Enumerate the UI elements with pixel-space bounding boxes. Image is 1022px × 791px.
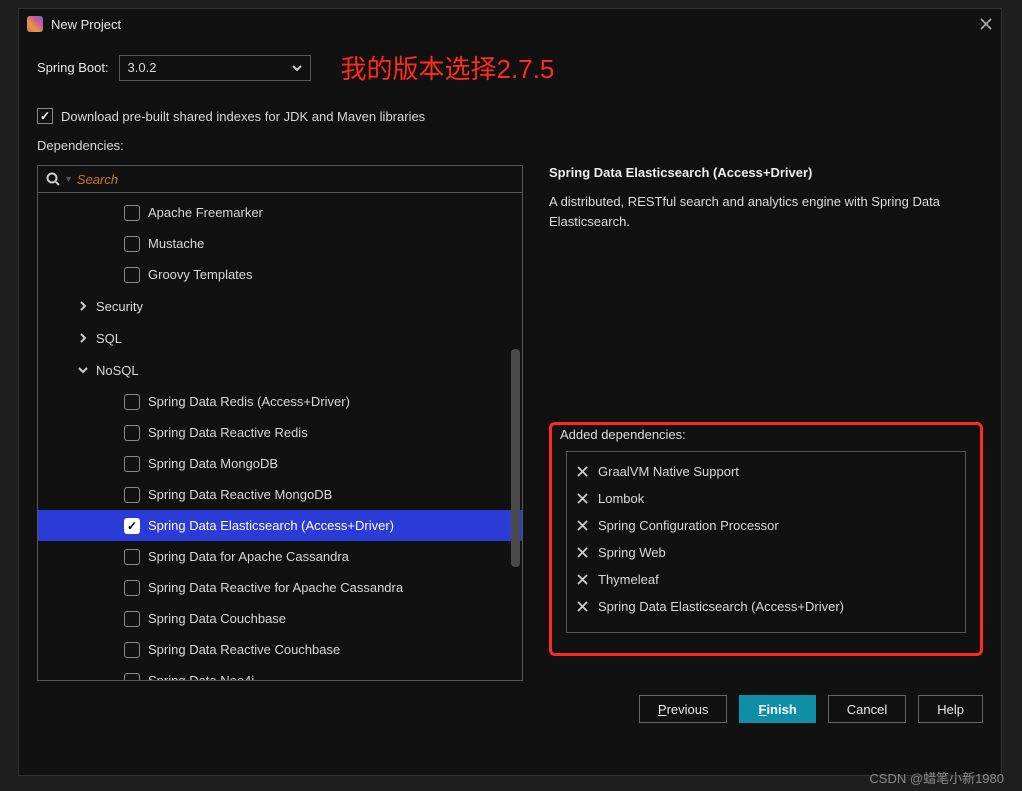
tree-item-label: Spring Data Elasticsearch (Access+Driver… (148, 518, 394, 533)
added-dependency-item: Spring Data Elasticsearch (Access+Driver… (577, 593, 955, 620)
tree-item[interactable]: Spring Data Reactive for Apache Cassandr… (38, 572, 522, 603)
added-deps-list: GraalVM Native Support Lombok Spring Confi… (566, 451, 966, 633)
tree-item-label: Spring Data Redis (Access+Driver) (148, 394, 350, 409)
spring-boot-value: 3.0.2 (128, 60, 157, 75)
tree-item[interactable]: Spring Data Couchbase (38, 603, 522, 634)
added-deps-title: Added dependencies: (556, 427, 690, 442)
shared-indexes-label: Download pre-built shared indexes for JD… (61, 109, 425, 124)
added-dependency-label: Spring Web (598, 545, 666, 560)
tree-item[interactable]: Groovy Templates (38, 259, 522, 290)
remove-icon[interactable] (577, 520, 588, 531)
dependency-checkbox[interactable] (124, 518, 140, 534)
tree-item-label: Mustache (148, 236, 204, 251)
tree-item[interactable]: Spring Data Elasticsearch (Access+Driver… (38, 510, 522, 541)
chevron-down-icon (78, 365, 88, 375)
tree-item-label: Spring Data Couchbase (148, 611, 286, 626)
dependency-checkbox[interactable] (124, 456, 140, 472)
search-caret-icon: ▼ (64, 174, 73, 184)
tree-category[interactable]: NoSQL (38, 354, 522, 386)
tree-item-label: Spring Data Neo4j (148, 673, 254, 681)
dependency-checkbox[interactable] (124, 236, 140, 252)
window-title: New Project (51, 17, 979, 32)
dependency-desc-text: A distributed, RESTful search and analyt… (549, 192, 983, 232)
tree-item-label: Spring Data for Apache Cassandra (148, 549, 349, 564)
tree-item-label: Groovy Templates (148, 267, 253, 282)
spring-boot-label: Spring Boot: (37, 60, 109, 75)
tree-item-label: Spring Data Reactive Redis (148, 425, 308, 440)
watermark: CSDN @蜡笔小新1980 (869, 768, 1004, 787)
dependency-desc-title: Spring Data Elasticsearch (Access+Driver… (549, 165, 983, 180)
tree-item-label: Spring Data Reactive Couchbase (148, 642, 340, 657)
tree-item[interactable]: Spring Data Reactive Redis (38, 417, 522, 448)
remove-icon[interactable] (577, 601, 588, 612)
tree-item[interactable]: Spring Data for Apache Cassandra (38, 541, 522, 572)
tree-item-label: Spring Data MongoDB (148, 456, 278, 471)
added-dependency-item: Lombok (577, 485, 955, 512)
added-dependency-label: Spring Configuration Processor (598, 518, 779, 533)
help-button[interactable]: Help (918, 695, 983, 723)
dependency-tree[interactable]: Apache Freemarker Mustache Groovy Template… (37, 193, 523, 681)
tree-item-label: Spring Data Reactive MongoDB (148, 487, 332, 502)
added-dependency-item: Spring Configuration Processor (577, 512, 955, 539)
tree-item[interactable]: Spring Data Reactive MongoDB (38, 479, 522, 510)
search-input[interactable]: ▼ Search (37, 165, 523, 193)
titlebar: New Project (19, 9, 1001, 39)
added-dependency-label: Thymeleaf (598, 572, 659, 587)
new-project-dialog: New Project Spring Boot: 3.0.2 我的版本选择2.7… (18, 8, 1002, 776)
remove-icon[interactable] (577, 493, 588, 504)
remove-icon[interactable] (577, 547, 588, 558)
shared-indexes-row[interactable]: Download pre-built shared indexes for JD… (37, 108, 983, 124)
previous-button[interactable]: Previous (639, 695, 728, 723)
added-dependency-label: GraalVM Native Support (598, 464, 739, 479)
tree-item[interactable]: Mustache (38, 228, 522, 259)
tree-item[interactable]: Spring Data MongoDB (38, 448, 522, 479)
added-dependency-label: Spring Data Elasticsearch (Access+Driver… (598, 599, 844, 614)
search-icon (46, 172, 60, 186)
dependency-checkbox[interactable] (124, 267, 140, 283)
tree-item-label: Spring Data Reactive for Apache Cassandr… (148, 580, 403, 595)
dependencies-label: Dependencies: (37, 138, 983, 153)
dependency-checkbox[interactable] (124, 487, 140, 503)
dialog-content: Spring Boot: 3.0.2 我的版本选择2.7.5 Download … (19, 39, 1001, 723)
dependency-checkbox[interactable] (124, 425, 140, 441)
added-dependency-item: Spring Web (577, 539, 955, 566)
tree-category[interactable]: Security (38, 290, 522, 322)
dependency-checkbox[interactable] (124, 549, 140, 565)
close-icon[interactable] (979, 17, 993, 31)
chevron-right-icon (78, 301, 88, 311)
dependency-checkbox[interactable] (124, 580, 140, 596)
tree-item[interactable]: Spring Data Reactive Couchbase (38, 634, 522, 665)
dependency-checkbox[interactable] (124, 611, 140, 627)
scrollbar-thumb[interactable] (511, 349, 520, 567)
finish-button[interactable]: Finish (739, 695, 815, 723)
search-placeholder: Search (77, 172, 118, 187)
tree-item[interactable]: Spring Data Neo4j (38, 665, 522, 681)
dependency-checkbox[interactable] (124, 394, 140, 410)
dependency-checkbox[interactable] (124, 673, 140, 682)
added-dependency-label: Lombok (598, 491, 644, 506)
spring-boot-dropdown[interactable]: 3.0.2 (119, 55, 311, 81)
tree-category-label: NoSQL (96, 363, 139, 378)
chevron-right-icon (78, 333, 88, 343)
cancel-button[interactable]: Cancel (828, 695, 906, 723)
dependency-checkbox[interactable] (124, 642, 140, 658)
annotation-text: 我的版本选择2.7.5 (341, 49, 555, 86)
annotation-highlight-box: Added dependencies: GraalVM Native Suppo… (549, 422, 983, 656)
chevron-down-icon (292, 65, 302, 71)
dependency-checkbox[interactable] (124, 205, 140, 221)
tree-category-label: Security (96, 299, 143, 314)
tree-item-label: Apache Freemarker (148, 205, 263, 220)
tree-item[interactable]: Apache Freemarker (38, 197, 522, 228)
added-dependency-item: GraalVM Native Support (577, 458, 955, 485)
remove-icon[interactable] (577, 466, 588, 477)
app-icon (27, 16, 43, 32)
shared-indexes-checkbox[interactable] (37, 108, 53, 124)
tree-item[interactable]: Spring Data Redis (Access+Driver) (38, 386, 522, 417)
tree-category[interactable]: SQL (38, 322, 522, 354)
remove-icon[interactable] (577, 574, 588, 585)
tree-category-label: SQL (96, 331, 122, 346)
added-dependency-item: Thymeleaf (577, 566, 955, 593)
